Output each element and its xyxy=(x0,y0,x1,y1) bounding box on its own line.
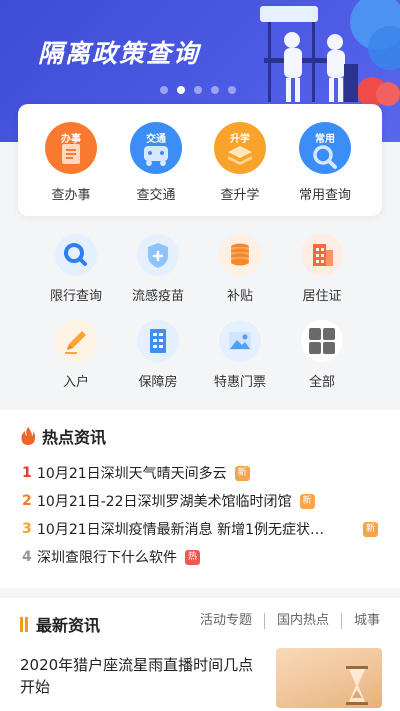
hot-news-item[interactable]: 1 10月21日深圳天气晴天间多云 新 xyxy=(22,463,382,483)
grid-label: 入户 xyxy=(62,375,89,390)
hot-badge: 热 xyxy=(185,549,200,565)
tab-activity-topics[interactable]: 活动专题 xyxy=(188,613,264,629)
banner-dot[interactable] xyxy=(194,86,202,94)
latest-news-header: 最新资讯 xyxy=(20,612,100,636)
document-icon: 办事 xyxy=(45,122,97,174)
hot-news-title: 热点资讯 xyxy=(42,428,107,447)
hot-news-item[interactable]: 3 10月21日深圳疫情最新消息 新增1例无症状… 新 xyxy=(22,519,382,539)
news-headline: 深圳查限行下什么软件 xyxy=(37,550,177,566)
service-query-traffic[interactable]: 交通 查交通 xyxy=(121,122,191,203)
latest-news-section: 最新资讯 活动专题 国内热点 城事 2020年猎户座流星雨直播时间几点开始 xyxy=(0,598,400,711)
grid-traffic-restriction[interactable]: 限行查询 xyxy=(38,234,114,304)
rank-number: 3 xyxy=(22,521,32,537)
search-icon xyxy=(55,234,97,276)
banner-pagination[interactable] xyxy=(160,86,236,94)
rank-number: 2 xyxy=(22,493,32,509)
grid-affordable-housing[interactable]: 保障房 xyxy=(120,320,196,390)
new-badge: 新 xyxy=(299,493,315,509)
service-label: 查办事 xyxy=(51,188,91,203)
banner-illustration xyxy=(260,0,400,107)
new-badge: 新 xyxy=(363,521,378,537)
grid-icon xyxy=(301,320,343,362)
banner-dot[interactable] xyxy=(160,86,168,94)
service-common-query[interactable]: 常用 常用查询 xyxy=(290,122,360,203)
rank-number: 4 xyxy=(22,549,32,565)
tab-city-affairs[interactable]: 城事 xyxy=(340,613,400,629)
service-label: 查升学 xyxy=(220,188,260,203)
grid-residence-permit[interactable]: 居住证 xyxy=(284,234,360,304)
accent-bar xyxy=(20,616,23,632)
grid-all[interactable]: 全部 xyxy=(284,320,360,390)
service-label: 常用查询 xyxy=(298,188,351,203)
banner-dot-active[interactable] xyxy=(177,86,185,94)
bus-icon: 交通 xyxy=(130,122,182,174)
hot-news-section: 热点资讯 1 10月21日深圳天气晴天间多云 新 2 10月21日-22日深圳罗… xyxy=(0,410,400,588)
banner-title: 隔离政策查询 xyxy=(38,39,201,68)
service-query-school[interactable]: 升学 查升学 xyxy=(205,122,275,203)
shield-plus-icon xyxy=(137,234,179,276)
latest-news-title: 最新资讯 xyxy=(36,616,101,635)
grid-flu-vaccine[interactable]: 流感疫苗 xyxy=(120,234,196,304)
grid-label: 限行查询 xyxy=(49,289,102,304)
grid-label: 全部 xyxy=(308,375,335,390)
hot-news-header: 热点资讯 xyxy=(20,424,106,448)
service-label: 查交通 xyxy=(136,188,176,203)
news-headline: 10月21日深圳天气晴天间多云 xyxy=(37,466,227,482)
news-headline: 10月21日-22日深圳罗湖美术馆临时闭馆 xyxy=(37,494,292,510)
service-query-affairs[interactable]: 办事 查办事 xyxy=(36,122,106,203)
pencil-icon xyxy=(55,320,97,362)
rank-number: 1 xyxy=(22,465,32,481)
news-headline: 10月21日深圳疫情最新消息 新增1例无症状… xyxy=(37,522,324,538)
picture-icon xyxy=(219,320,261,362)
accent-bar xyxy=(25,616,28,632)
news-category-tabs: 活动专题 国内热点 城事 xyxy=(188,613,400,629)
grid-household-registration[interactable]: 入户 xyxy=(38,320,114,390)
layers-icon: 升学 xyxy=(214,122,266,174)
grid-subsidy[interactable]: 补贴 xyxy=(202,234,278,304)
quick-services-card: 办事 查办事 交通 查交通 升学 查升学 常用 常用查询 xyxy=(18,104,382,216)
grid-label: 补贴 xyxy=(226,289,253,304)
news-thumbnail[interactable] xyxy=(276,648,382,708)
hourglass-icon xyxy=(346,666,368,705)
hot-news-item[interactable]: 2 10月21日-22日深圳罗湖美术馆临时闭馆 新 xyxy=(22,491,382,511)
search-icon: 常用 xyxy=(299,122,351,174)
grid-label: 居住证 xyxy=(302,289,342,304)
tab-domestic-hot[interactable]: 国内热点 xyxy=(263,613,341,629)
grid-label: 保障房 xyxy=(138,375,178,390)
news-item-title[interactable]: 2020年猎户座流星雨直播时间几点开始 xyxy=(20,654,260,698)
banner-dot[interactable] xyxy=(211,86,219,94)
grid-label: 流感疫苗 xyxy=(131,289,184,304)
hot-news-item[interactable]: 4 深圳查限行下什么软件 热 xyxy=(22,547,382,567)
apartment-icon xyxy=(137,320,179,362)
coins-icon xyxy=(219,234,261,276)
grid-label: 特惠门票 xyxy=(213,375,266,390)
fire-icon xyxy=(21,427,36,445)
grid-discount-tickets[interactable]: 特惠门票 xyxy=(202,320,278,390)
new-badge: 新 xyxy=(234,465,250,481)
building-icon xyxy=(301,234,343,276)
banner-dot[interactable] xyxy=(228,86,236,94)
